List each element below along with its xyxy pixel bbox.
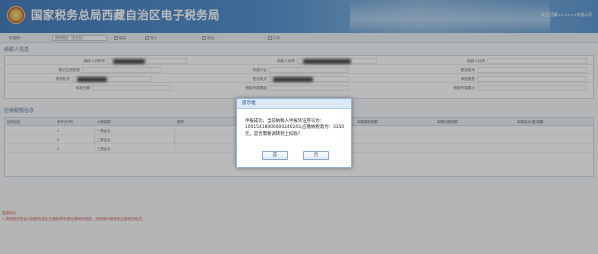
confirm-dialog: 提示框 申报成功，当前纳税人申报凭证序号为：100154180000002462… bbox=[236, 98, 352, 168]
confirm-button[interactable]: 是 bbox=[262, 151, 288, 160]
dialog-message: 申报成功，当前纳税人申报凭证序号为：10015418000000246243,应… bbox=[245, 119, 345, 137]
dialog-title: 提示框 bbox=[237, 99, 351, 109]
cancel-button[interactable]: 否 bbox=[303, 151, 329, 160]
